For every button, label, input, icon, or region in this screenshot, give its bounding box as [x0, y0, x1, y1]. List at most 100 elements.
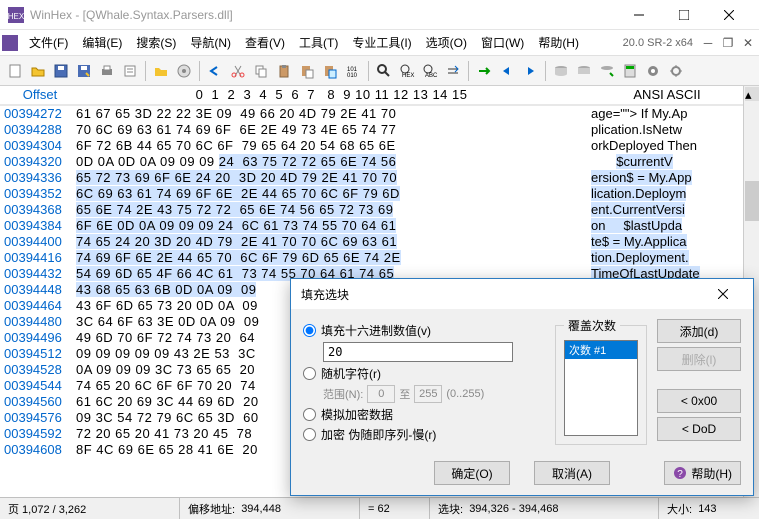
ascii-cell[interactable]: plication.IsNetw — [583, 122, 743, 138]
offset-cell: 00394272 — [0, 106, 76, 122]
hex-row[interactable]: 0039428870 6C 69 63 61 74 69 6F 6E 2E 49… — [0, 122, 743, 138]
print-button[interactable] — [96, 60, 118, 82]
clipboard-button[interactable] — [273, 60, 295, 82]
help-button[interactable]: ? 帮助(H) — [664, 461, 741, 485]
ascii-cell[interactable]: te$ = My.Applica — [583, 234, 743, 250]
ascii-cell[interactable]: ent.CurrentVersi — [583, 202, 743, 218]
hex-cell[interactable]: 6F 72 6B 44 65 70 6C 6F 79 65 64 20 54 6… — [76, 138, 583, 154]
menu-item[interactable]: 帮助(H) — [531, 33, 586, 53]
new-button[interactable] — [4, 60, 26, 82]
hex-row[interactable]: 003943046F 72 6B 44 65 70 6C 6F 79 65 64… — [0, 138, 743, 154]
hex-cell[interactable]: 6F 6E 0D 0A 09 09 09 24 6C 61 73 74 55 7… — [76, 218, 583, 234]
hex-row[interactable]: 0039433665 72 73 69 6F 6E 24 20 3D 20 4D… — [0, 170, 743, 186]
calc-button[interactable] — [619, 60, 641, 82]
status-size: 大小: 143 — [659, 498, 759, 519]
range-from-input[interactable] — [367, 385, 395, 403]
back-button[interactable] — [496, 60, 518, 82]
open-disk-button[interactable] — [173, 60, 195, 82]
settings-button[interactable] — [665, 60, 687, 82]
ascii-cell[interactable]: ersion$ = My.App — [583, 170, 743, 186]
disk3-button[interactable] — [596, 60, 618, 82]
disk1-button[interactable] — [550, 60, 572, 82]
hex-row[interactable]: 003943200D 0A 0D 0A 09 09 09 24 63 75 72… — [0, 154, 743, 170]
goto-button[interactable] — [473, 60, 495, 82]
passes-listbox[interactable]: 次数 #1 — [564, 340, 638, 436]
maximize-button[interactable] — [661, 1, 706, 29]
status-selection: 选块: 394,326 - 394,468 — [430, 498, 659, 519]
replace-button[interactable] — [442, 60, 464, 82]
menu-item[interactable]: 搜索(S) — [129, 33, 183, 53]
menu-item[interactable]: 查看(V) — [238, 33, 292, 53]
hex-row[interactable]: 0039436865 6E 74 2E 43 75 72 72 65 6E 74… — [0, 202, 743, 218]
hex-row[interactable]: 003943846F 6E 0D 0A 09 09 09 24 6C 61 73… — [0, 218, 743, 234]
cancel-button[interactable]: 取消(A) — [534, 461, 610, 485]
svg-text:HEX: HEX — [402, 73, 414, 79]
menu-item[interactable]: 导航(N) — [183, 33, 238, 53]
hex-cell[interactable]: 65 6E 74 2E 43 75 72 72 65 6E 74 56 65 7… — [76, 202, 583, 218]
hex-cell[interactable]: 70 6C 69 63 61 74 69 6F 6E 2E 49 73 4E 6… — [76, 122, 583, 138]
hex-value-input[interactable] — [323, 342, 513, 362]
ascii-cell[interactable]: on $lastUpda — [583, 218, 743, 234]
paste-button[interactable] — [296, 60, 318, 82]
menu-item[interactable]: 编辑(E) — [75, 33, 129, 53]
offset-cell: 00394560 — [0, 394, 76, 410]
passes-fieldset: 覆盖次数 次数 #1 — [555, 317, 647, 445]
hex-row[interactable]: 0039441674 69 6F 6E 2E 44 65 70 6C 6F 79… — [0, 250, 743, 266]
offset-cell: 00394384 — [0, 218, 76, 234]
ok-button[interactable]: 确定(O) — [434, 461, 510, 485]
menu-item[interactable]: 专业工具(I) — [345, 33, 418, 53]
hex-row[interactable]: 003943526C 69 63 61 74 69 6F 6E 2E 44 65… — [0, 186, 743, 202]
ascii-cell[interactable]: $currentV — [583, 154, 743, 170]
add-button[interactable]: 添加(d) — [657, 319, 741, 343]
mdi-minimize-button[interactable]: ─ — [699, 34, 717, 52]
open-button[interactable] — [27, 60, 49, 82]
titlebar: HEX WinHex - [QWhale.Syntax.Parsers.dll] — [0, 0, 759, 30]
hex-cell[interactable]: 65 72 73 69 6F 6E 24 20 3D 20 4D 79 2E 4… — [76, 170, 583, 186]
menu-item[interactable]: 工具(T) — [292, 33, 345, 53]
find-text-button[interactable]: ABC — [419, 60, 441, 82]
minimize-button[interactable] — [616, 1, 661, 29]
dod-button[interactable]: < DoD — [657, 417, 741, 441]
cut-button[interactable] — [227, 60, 249, 82]
0x00-button[interactable]: < 0x00 — [657, 389, 741, 413]
offset-cell: 00394480 — [0, 314, 76, 330]
ascii-cell[interactable]: orkDeployed Then — [583, 138, 743, 154]
saveas-button[interactable] — [73, 60, 95, 82]
version-label: 20.0 SR-2 x64 — [623, 37, 697, 49]
hex-cell[interactable]: 61 67 65 3D 22 22 3E 09 49 66 20 4D 79 2… — [76, 106, 583, 122]
ascii-cell[interactable]: age=""> If My.Ap — [583, 106, 743, 122]
copy-button[interactable] — [250, 60, 272, 82]
find-hex-button[interactable]: HEX — [396, 60, 418, 82]
hex-row[interactable]: 0039427261 67 65 3D 22 22 3E 09 49 66 20… — [0, 106, 743, 122]
disk2-button[interactable] — [573, 60, 595, 82]
hex-cell[interactable]: 74 65 24 20 3D 20 4D 79 2E 41 70 70 6C 6… — [76, 234, 583, 250]
delete-button[interactable]: 删除(l) — [657, 347, 741, 371]
options-button[interactable] — [642, 60, 664, 82]
menu-item[interactable]: 文件(F) — [22, 33, 75, 53]
hex-cell[interactable]: 6C 69 63 61 74 69 6F 6E 2E 44 65 70 6C 6… — [76, 186, 583, 202]
forward-button[interactable] — [519, 60, 541, 82]
properties-button[interactable] — [119, 60, 141, 82]
menu-item[interactable]: 窗口(W) — [474, 33, 531, 53]
hex-cell[interactable]: 0D 0A 0D 0A 09 09 09 24 63 75 72 72 65 6… — [76, 154, 583, 170]
dialog-close-button[interactable] — [703, 280, 743, 308]
hex-button[interactable]: 101010 — [342, 60, 364, 82]
undo-button[interactable] — [204, 60, 226, 82]
hex-row[interactable]: 0039440074 65 24 20 3D 20 4D 79 2E 41 70… — [0, 234, 743, 250]
save-button[interactable] — [50, 60, 72, 82]
list-item[interactable]: 次数 #1 — [565, 341, 637, 359]
mdi-restore-button[interactable]: ❐ — [719, 34, 737, 52]
svg-text:ABC: ABC — [425, 73, 438, 79]
open-folder-button[interactable] — [150, 60, 172, 82]
close-button[interactable] — [706, 1, 751, 29]
menubar: 文件(F)编辑(E)搜索(S)导航(N)查看(V)工具(T)专业工具(I)选项(… — [0, 30, 759, 56]
ascii-cell[interactable]: tion.Deployment. — [583, 250, 743, 266]
find-button[interactable] — [373, 60, 395, 82]
range-to-input[interactable] — [414, 385, 442, 403]
svg-text:?: ? — [678, 469, 684, 480]
pastewrite-button[interactable] — [319, 60, 341, 82]
mdi-close-button[interactable]: ✕ — [739, 34, 757, 52]
ascii-cell[interactable]: lication.Deploym — [583, 186, 743, 202]
hex-cell[interactable]: 74 69 6F 6E 2E 44 65 70 6C 6F 79 6D 65 6… — [76, 250, 583, 266]
menu-item[interactable]: 选项(O) — [419, 33, 474, 53]
